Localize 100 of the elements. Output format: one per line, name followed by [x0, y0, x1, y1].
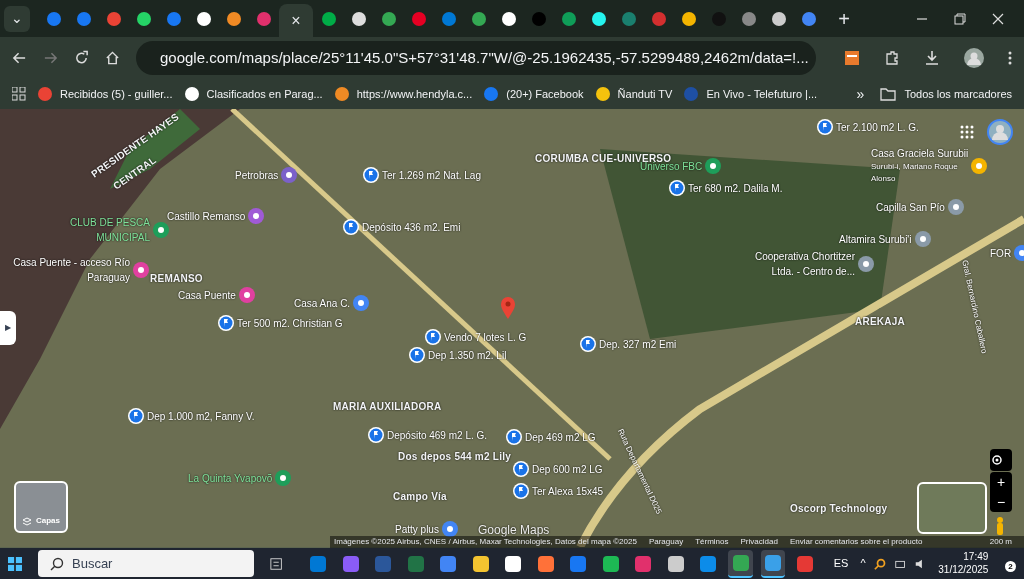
location-pin-icon: [500, 297, 516, 319]
place-label[interactable]: Ter 500 m2. Christian G: [237, 315, 343, 331]
my-location-button[interactable]: [990, 449, 1012, 471]
address-bar[interactable]: google.com/maps/place/25°11'45.0"S+57°31'48.7"W/@-25.1962435,-57.5299489,2462m/data=!...: [136, 41, 816, 75]
place-label[interactable]: Dep 600 m2 LG: [532, 461, 603, 477]
place-label[interactable]: Casa Graciela Surubii: [871, 146, 969, 161]
app-icon: [666, 554, 685, 573]
flag-pin-icon: [218, 315, 234, 331]
place-label[interactable]: Ter 1.269 m2 Nat. Lag: [382, 167, 481, 183]
favicon-icon: [500, 10, 517, 27]
app-icon: [439, 554, 458, 573]
place-label[interactable]: Depósito 469 m2 L. G.: [387, 427, 488, 443]
street-view-thumbnail[interactable]: [917, 482, 987, 534]
google-maps-logo: Google Maps: [478, 522, 550, 539]
bookmark-link[interactable]: https://www.hendyla.c...: [334, 85, 473, 103]
apps-icon: [12, 87, 26, 101]
favicon-icon: [350, 10, 367, 27]
area-label: AREKAJA: [855, 315, 906, 329]
flag-pin-icon: [343, 219, 359, 235]
favicon-icon: [590, 10, 607, 27]
windows-start-icon: [8, 555, 22, 572]
browser-tab[interactable]: ×: [279, 4, 313, 37]
place-label[interactable]: Ter Alexa 15x45: [532, 483, 604, 499]
restore-icon: [954, 12, 966, 25]
place-label[interactable]: Capilla San Pío: [876, 199, 945, 215]
favicon-icon: [255, 10, 272, 27]
place-label[interactable]: CLUB DE PESCA MUNICIPAL: [30, 215, 150, 245]
clock[interactable]: 17:49 31/12/2025: [938, 551, 989, 576]
app-icon: [504, 554, 523, 573]
bookmark-link[interactable]: Clasificados en Parag...: [184, 85, 323, 103]
app-icon: [536, 554, 555, 573]
footer-link[interactable]: Paraguay: [648, 536, 684, 548]
favicon-icon: [195, 10, 212, 27]
app-icon: [699, 554, 718, 573]
zoom-in-button[interactable]: +: [990, 472, 1012, 492]
place-label[interactable]: Casa Ana C.: [294, 295, 351, 311]
favicon-icon: [165, 10, 182, 27]
place-label[interactable]: Petrobras: [235, 167, 279, 183]
area-label: Oscorp Technology: [790, 502, 888, 516]
favicon-icon: [530, 10, 547, 27]
bookmark-link[interactable]: Ñanduti TV: [595, 85, 673, 103]
place-label[interactable]: Casa Puente: [178, 287, 236, 303]
reload-icon: [74, 50, 89, 66]
place-label[interactable]: Vendo 7 lotes L. G: [444, 329, 527, 345]
close-icon: [992, 12, 1004, 25]
app-icon: [341, 554, 360, 573]
attribution-text: Imágenes ©2025 Airbus, CNES / Airbus, Maxar Technologies, Datos del mapa ©2025: [334, 537, 637, 548]
place-label[interactable]: Casa Puente - acceso Río Paraguay: [10, 255, 130, 285]
language-indicator[interactable]: ES: [833, 555, 849, 572]
place-label[interactable]: Castillo Remanso: [167, 208, 246, 224]
app-icon: [634, 554, 653, 573]
notifications-button[interactable]: 2: [1000, 555, 1017, 572]
place-label[interactable]: Cooperativa Chortitzer Ltda. - Centro de...: [735, 249, 855, 279]
notification-count: 2: [1005, 560, 1017, 572]
flag-pin-icon: [506, 429, 522, 445]
taskbar-app-button[interactable]: [728, 549, 753, 578]
footer-link[interactable]: Términos: [695, 536, 729, 548]
place-label[interactable]: Patty plus: [395, 521, 439, 537]
folder-icon: [880, 87, 897, 101]
close-icon[interactable]: ×: [291, 8, 301, 33]
favicon-icon: [105, 10, 122, 27]
tab-search-button[interactable]: ⌄: [4, 5, 30, 32]
taskbar-app-button[interactable]: [760, 549, 786, 578]
more-bookmarks-button[interactable]: »: [856, 83, 865, 105]
place-label[interactable]: Dep. 327 m2 Emi: [599, 336, 677, 352]
collapse-panel-button[interactable]: ▶: [0, 311, 16, 345]
url-text: google.com/maps/place/25°11'45.0"S+57°31'48.7"W/@-25.1962435,-57.5299489,2462m/data=!...: [160, 47, 809, 68]
favicon-icon: [380, 10, 397, 27]
footer-link[interactable]: Enviar comentarios sobre el producto: [789, 536, 923, 548]
app-icon: [471, 554, 490, 573]
zoom-out-button[interactable]: −: [990, 492, 1012, 512]
bookmark-link[interactable]: En Vivo - Telefuturo |...: [684, 85, 818, 103]
new-tab-button[interactable]: +: [832, 3, 856, 34]
place-label[interactable]: Ter 2.100 m2 L. G.: [836, 119, 919, 135]
app-icon: [406, 554, 425, 573]
place-label[interactable]: Depósito 436 m2. Emi: [362, 219, 461, 235]
flag-pin-icon: [580, 336, 596, 352]
show-hidden-icons-button[interactable]: ^: [860, 555, 866, 572]
flag-pin-icon: [513, 461, 529, 477]
flag-pin-icon: [368, 427, 384, 443]
taskbar-search-field[interactable]: Buscar: [38, 550, 254, 577]
locate-icon: [990, 453, 1004, 467]
place-label[interactable]: Altamira Surubi'i: [839, 231, 912, 247]
favicon-icon: [410, 10, 427, 27]
place-address: Surubi-i, Mariano Roque Alonso: [871, 161, 959, 185]
place-label[interactable]: Dep 1.000 m2, Fanny V.: [147, 408, 255, 424]
favicon-icon: [800, 10, 817, 27]
back-icon: [12, 50, 27, 66]
apps-grid-icon: [960, 125, 974, 139]
task-view-icon: [270, 556, 283, 571]
flag-pin-icon: [513, 483, 529, 499]
bookmark-link[interactable]: Recibidos (5) - guiller...: [38, 85, 173, 103]
flag-pin-icon: [817, 119, 833, 135]
pegman-icon: [995, 517, 1005, 535]
place-label[interactable]: Ter 680 m2. Dalila M.: [688, 180, 783, 196]
favicon-icon: [740, 10, 757, 27]
footer-link[interactable]: Privacidad: [740, 536, 778, 548]
bookmark-link[interactable]: (20+) Facebook: [484, 85, 584, 103]
place-label[interactable]: FOR: [990, 245, 1012, 261]
all-bookmarks-link[interactable]: Todos los marcadores: [880, 85, 1012, 103]
